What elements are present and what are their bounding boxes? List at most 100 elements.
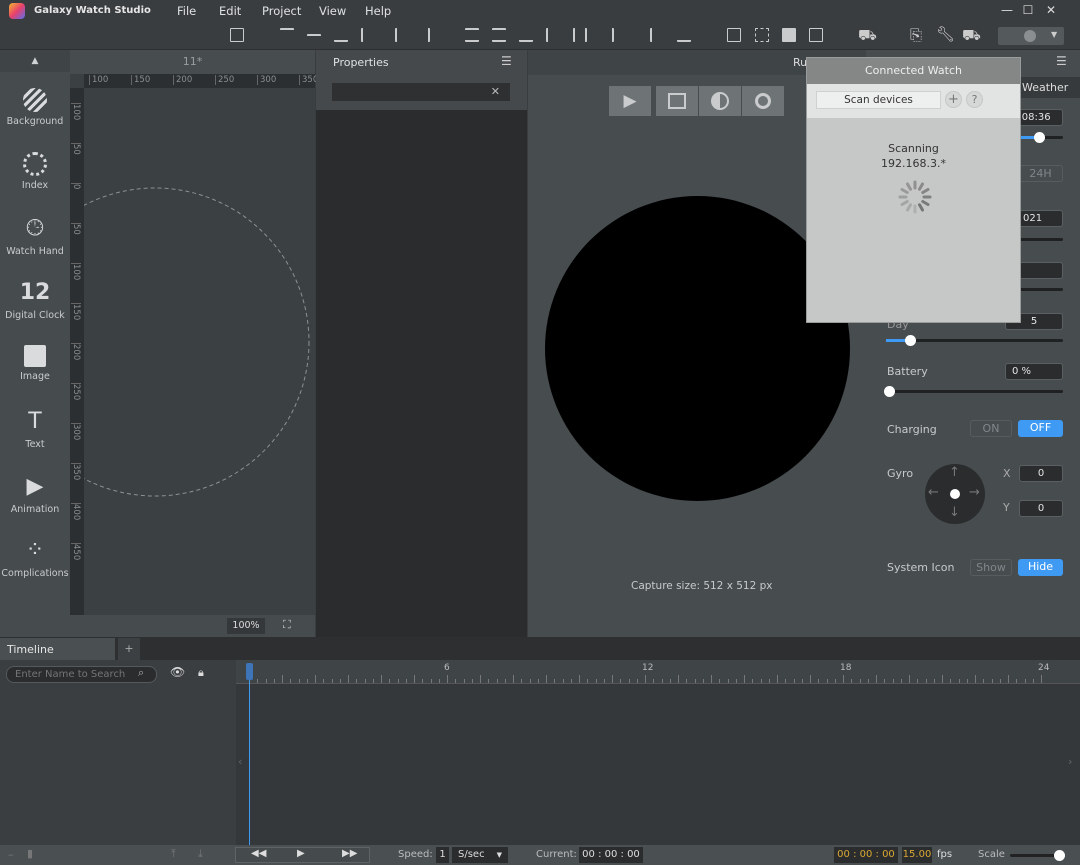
tool-watch-hand[interactable]: 🕒︎ Watch Hand: [0, 216, 70, 257]
canvas-statusbar: 100% ⛶: [70, 615, 315, 637]
24h-toggle[interactable]: 24H: [1018, 165, 1063, 182]
lock-icon[interactable]: 🔒︎: [198, 666, 204, 680]
fps-label: fps: [937, 849, 953, 860]
minimize-button[interactable]: —: [998, 3, 1016, 19]
cart-icon[interactable]: ⛟: [858, 26, 877, 46]
day-slider[interactable]: [886, 335, 1063, 346]
deploy-icon[interactable]: ⛟: [962, 26, 981, 46]
close-button[interactable]: ✕: [1042, 3, 1060, 19]
align-left-icon[interactable]: [361, 28, 375, 42]
current-time-field[interactable]: 00 : 00 : 00: [579, 847, 643, 863]
system-icon-show-button[interactable]: Show: [970, 559, 1012, 576]
align-right-icon[interactable]: [416, 28, 430, 42]
distribute-bottom-icon[interactable]: [519, 28, 533, 42]
tool-animation[interactable]: ▶ Animation: [0, 474, 70, 515]
gyro-x-field[interactable]: 0: [1019, 465, 1063, 482]
add-tab-button[interactable]: +: [118, 638, 140, 660]
zoom-level[interactable]: 100%: [227, 618, 265, 634]
ungroup-icon[interactable]: [755, 28, 769, 42]
align-center-icon[interactable]: [395, 28, 409, 42]
rewind-button[interactable]: ◀◀: [251, 848, 266, 859]
help-button[interactable]: ?: [966, 91, 983, 108]
properties-search-input[interactable]: ✕: [332, 83, 510, 101]
fast-forward-button[interactable]: ▶▶: [342, 848, 357, 859]
app-title: Galaxy Watch Studio: [34, 5, 151, 16]
canvas-tab[interactable]: 11*: [70, 50, 315, 74]
dropdown-arrow-icon: ▼: [496, 851, 502, 859]
group-icon[interactable]: [727, 28, 741, 42]
menu-file[interactable]: File: [177, 4, 196, 18]
panel-menu-icon[interactable]: ☰: [501, 54, 512, 68]
timeline-tick: [933, 679, 935, 683]
fit-icon[interactable]: [230, 28, 244, 42]
maximize-button[interactable]: ☐: [1019, 3, 1037, 19]
distribute-center-icon[interactable]: [492, 28, 506, 42]
align-middle-icon[interactable]: [307, 34, 321, 48]
device-dropdown[interactable]: ▼: [998, 27, 1064, 45]
scale-slider[interactable]: [1010, 850, 1065, 861]
tab-timeline[interactable]: Timeline: [0, 638, 115, 660]
bring-front-icon[interactable]: [782, 28, 796, 42]
scroll-right-icon[interactable]: ›: [1068, 755, 1072, 768]
tool-index[interactable]: Index: [0, 152, 70, 191]
same-width-icon[interactable]: [650, 28, 664, 42]
gyro-y-field[interactable]: 0: [1019, 500, 1063, 517]
speed-field[interactable]: 1: [436, 847, 449, 863]
speed-unit-dropdown[interactable]: S/sec ▼: [452, 847, 508, 863]
menu-view[interactable]: View: [319, 4, 346, 18]
visibility-icon[interactable]: 👁︎: [170, 665, 185, 679]
scroll-left-icon[interactable]: ‹: [238, 755, 242, 768]
system-icon-hide-button[interactable]: Hide: [1018, 559, 1063, 576]
align-bottom-icon[interactable]: [334, 28, 348, 42]
move-up-icon[interactable]: ⤒: [171, 847, 176, 861]
fps-field[interactable]: 15.00: [902, 847, 932, 863]
distribute-right-icon[interactable]: [600, 28, 614, 42]
charging-on-button[interactable]: ON: [970, 420, 1012, 437]
tool-background[interactable]: Background: [0, 88, 70, 127]
arrow-left-icon: ←: [928, 485, 939, 500]
charging-off-button[interactable]: OFF: [1018, 420, 1063, 437]
timeline-search-input[interactable]: [6, 666, 157, 683]
scan-devices-button[interactable]: Scan devices: [816, 91, 941, 109]
delete-icon[interactable]: –: [8, 848, 14, 861]
menu-edit[interactable]: Edit: [219, 4, 241, 18]
watch-view-button[interactable]: [742, 86, 784, 116]
clock-icon: 🕒︎: [26, 216, 44, 241]
panel-menu-icon[interactable]: ☰: [1056, 54, 1067, 68]
collapse-up-icon[interactable]: ▲: [0, 50, 70, 72]
export-icon[interactable]: ⎘: [910, 26, 922, 44]
timeline-tick: [711, 675, 712, 683]
gyro-joystick[interactable]: ↑ ↓ ← →: [925, 464, 985, 524]
capture-button[interactable]: [656, 86, 698, 116]
battery-field[interactable]: 0 %: [1005, 363, 1063, 380]
same-height-icon[interactable]: [677, 28, 691, 42]
tool-text[interactable]: T Text: [0, 409, 70, 450]
playhead[interactable]: [249, 667, 250, 845]
distribute-v-icon[interactable]: [465, 28, 479, 42]
timeline-tick: [661, 679, 663, 683]
ambient-button[interactable]: [699, 86, 741, 116]
play-button[interactable]: ▶: [609, 86, 651, 116]
battery-slider[interactable]: [884, 386, 1063, 397]
tool-complications[interactable]: ⁘ Complications: [0, 538, 70, 579]
wrench-icon[interactable]: 🔧︎: [936, 25, 955, 43]
timeline-tick: [265, 679, 267, 683]
distribute-left-icon[interactable]: [546, 28, 560, 42]
fit-screen-icon[interactable]: ⛶: [283, 618, 291, 632]
distribute-h-icon[interactable]: [573, 28, 587, 42]
move-down-icon[interactable]: ⤓: [198, 847, 203, 861]
gyro-handle[interactable]: [950, 489, 960, 499]
tool-image[interactable]: Image: [0, 345, 70, 382]
add-device-button[interactable]: +: [945, 91, 962, 108]
tab-weather[interactable]: Weather: [1016, 77, 1080, 98]
play-timeline-button[interactable]: ▶: [297, 848, 305, 859]
playhead-handle[interactable]: [246, 663, 253, 680]
send-back-icon[interactable]: [809, 28, 823, 42]
menu-project[interactable]: Project: [262, 4, 301, 18]
tool-digital-clock[interactable]: 12 Digital Clock: [0, 280, 70, 321]
folder-icon[interactable]: ▮: [27, 847, 33, 860]
timeline-tick: [719, 679, 721, 683]
menu-help[interactable]: Help: [365, 4, 391, 18]
watch-outline: [84, 187, 310, 497]
align-top-icon[interactable]: [280, 28, 294, 42]
